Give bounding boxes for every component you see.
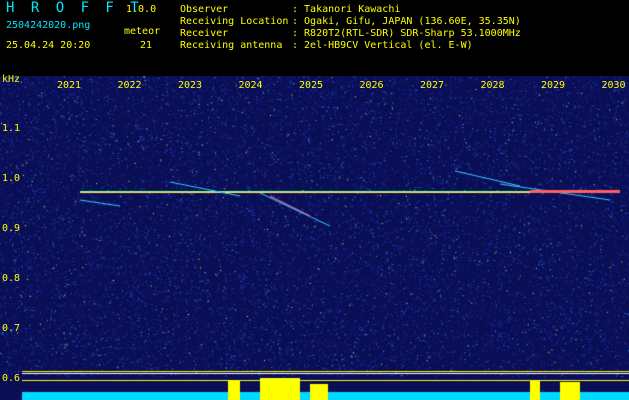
x-tick-label: 2022 [117, 80, 142, 91]
antenna-value: : 2el-HB9CV Vertical (el. E-W) [292, 40, 473, 51]
unit-label: kHz [2, 74, 21, 85]
receiver-label: Receiver [180, 28, 229, 39]
header-panel: H R O F F T 1.0.0 2504242020.png meteor … [0, 0, 629, 76]
spectrogram-canvas [0, 76, 629, 400]
antenna-label: Receiving antenna [180, 40, 283, 51]
y-tick-label: 0.7 [2, 323, 21, 334]
app-version: 1.0.0 [126, 4, 157, 15]
y-tick-label: 0.8 [2, 273, 21, 284]
location-label: Receiving Location [180, 16, 289, 27]
file-name: 2504242020.png [6, 20, 91, 31]
file-datetime: 25.04.24 20:20 [6, 40, 91, 51]
x-tick-label: 2026 [359, 80, 384, 91]
receiver-value: : R820T2(RTL-SDR) SDR-Sharp 53.1000MHz [292, 28, 521, 39]
y-tick-label: 1.0 [2, 173, 21, 184]
x-tick-label: 2021 [57, 80, 82, 91]
location-value: : Ogaki, Gifu, JAPAN (136.60E, 35.35N) [292, 16, 521, 27]
app-logo: H R O F F T [6, 0, 143, 16]
y-tick-label: 0.9 [2, 223, 21, 234]
x-tick-label: 2023 [178, 80, 203, 91]
meteor-count: 21 [140, 40, 153, 51]
meteor-label: meteor [124, 26, 161, 37]
observer-value: : Takanori Kawachi [292, 4, 401, 15]
x-tick-label: 2030 [601, 80, 626, 91]
x-tick-label: 2025 [299, 80, 324, 91]
x-tick-label: 2027 [420, 80, 445, 91]
observer-label: Observer [180, 4, 229, 15]
y-tick-label: 1.1 [2, 123, 21, 134]
y-tick-label: 0.6 [2, 373, 21, 384]
x-tick-label: 2029 [541, 80, 566, 91]
x-tick-label: 2024 [238, 80, 263, 91]
x-tick-label: 2028 [480, 80, 505, 91]
